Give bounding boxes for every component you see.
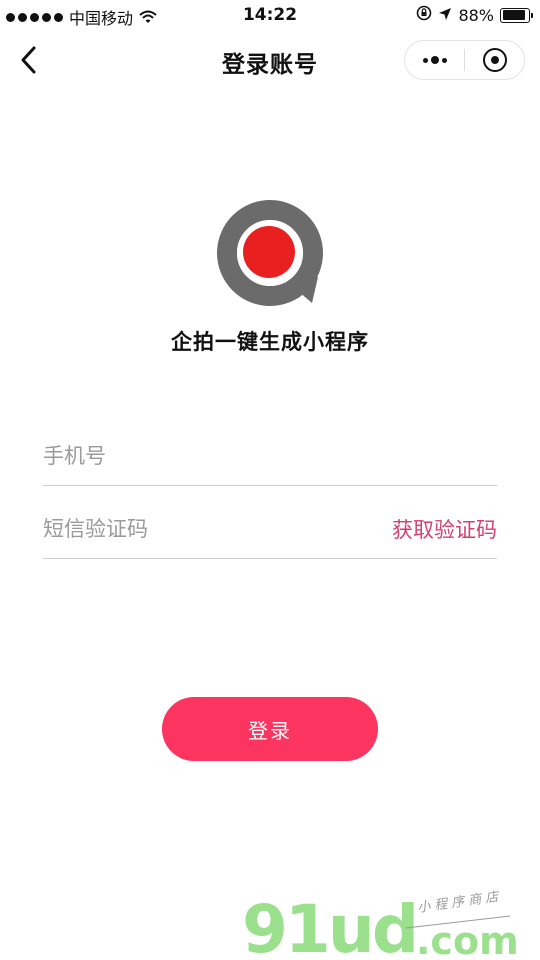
capsule-menu <box>404 40 525 80</box>
close-miniprogram-button[interactable] <box>465 41 524 79</box>
sms-code-field: 获取验证码 <box>43 499 497 559</box>
phone-field <box>43 426 497 486</box>
watermark-main-text: 91ud <box>242 891 416 960</box>
nav-bar: 登录账号 <box>0 32 540 88</box>
status-right: 88% <box>416 5 533 25</box>
phone-input[interactable] <box>43 435 497 476</box>
more-button[interactable] <box>405 41 464 79</box>
rotation-lock-icon <box>416 5 432 25</box>
status-bar: 中国移动 14:22 88% <box>0 0 540 32</box>
watermark-logo: 91ud .com 小 程 序 商 店 <box>242 889 519 960</box>
battery-percent: 88% <box>458 5 494 25</box>
battery-icon <box>500 7 533 23</box>
brand-name: 企拍一键生成小程序 <box>171 330 369 354</box>
app-logo <box>217 200 323 306</box>
watermark-tagline: 小 程 序 商 店 <box>416 889 501 915</box>
battery-level <box>502 10 525 20</box>
get-code-button[interactable]: 获取验证码 <box>392 514 497 544</box>
target-icon <box>482 48 507 72</box>
location-icon <box>438 6 452 25</box>
sms-code-input[interactable] <box>43 508 392 549</box>
more-dots-icon <box>422 56 447 64</box>
login-button[interactable]: 登录 <box>162 697 378 761</box>
